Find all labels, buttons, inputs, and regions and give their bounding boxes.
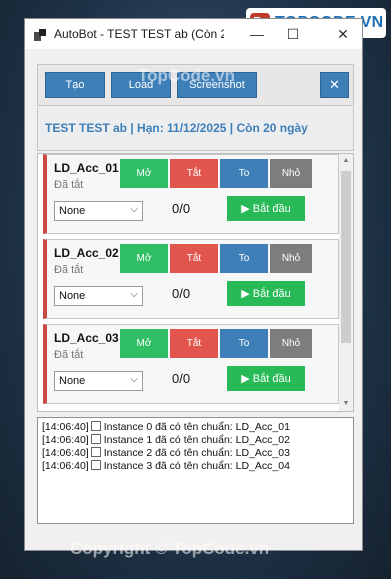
scroll-up-icon[interactable]: ▲ <box>339 154 353 168</box>
progress-count: 0/0 <box>172 371 191 386</box>
account-card: LD_Acc_02 Đã tắt Mở Tắt To Nhỏ None ⌵ 0/… <box>43 239 339 319</box>
large-size-button[interactable]: To <box>220 329 268 358</box>
open-button[interactable]: Mở <box>120 244 168 273</box>
chevron-down-icon: ⌵ <box>130 204 138 215</box>
log-message: Instance 2 đã có tên chuẩn: LD_Acc_03 <box>103 447 290 459</box>
window-close-button[interactable]: ✕ <box>328 19 358 49</box>
mode-select[interactable]: None ⌵ <box>54 286 143 306</box>
account-status: Đã tắt <box>54 264 84 276</box>
log-line: [14:06:40] Instance 0 đã có tên chuẩn: LD… <box>42 421 290 433</box>
account-name: LD_Acc_03 <box>54 331 119 345</box>
chevron-down-icon: ⌵ <box>130 289 138 300</box>
log-line: [14:06:40] Instance 2 đã có tên chuẩn: LD… <box>42 447 290 459</box>
start-button[interactable]: ▶ Bắt đầu <box>227 196 305 221</box>
small-size-button[interactable]: Nhỏ <box>270 329 312 358</box>
mode-select[interactable]: None ⌵ <box>54 201 143 221</box>
account-name: LD_Acc_01 <box>54 161 119 175</box>
small-size-button[interactable]: Nhỏ <box>270 244 312 273</box>
account-status: Đã tắt <box>54 179 84 191</box>
start-button[interactable]: ▶ Bắt đầu <box>227 281 305 306</box>
turn-off-button[interactable]: Tắt <box>170 244 218 273</box>
log-panel: [14:06:40] Instance 0 đã có tên chuẩn: LD… <box>37 417 354 524</box>
chevron-down-icon: ⌵ <box>130 374 138 385</box>
license-info-text: TEST TEST ab | Hạn: 11/12/2025 | Còn 20 … <box>45 121 308 135</box>
mode-select[interactable]: None ⌵ <box>54 371 143 391</box>
log-message: Instance 0 đã có tên chuẩn: LD_Acc_01 <box>103 421 290 433</box>
turn-off-button[interactable]: Tắt <box>170 329 218 358</box>
log-info-icon <box>90 447 101 457</box>
log-time: [14:06:40] <box>42 434 89 446</box>
title-bar: AutoBot - TEST TEST ab (Còn 2... — ☐ ✕ <box>25 19 362 49</box>
license-info-bar: TEST TEST ab | Hạn: 11/12/2025 | Còn 20 … <box>37 107 354 151</box>
vertical-scrollbar[interactable]: ▲ ▼ <box>339 154 353 411</box>
scrollbar-thumb[interactable] <box>341 171 351 343</box>
log-time: [14:06:40] <box>42 447 89 459</box>
app-window: AutoBot - TEST TEST ab (Còn 2... — ☐ ✕ T… <box>24 18 363 551</box>
account-card: LD_Acc_03 Đã tắt Mở Tắt To Nhỏ None ⌵ 0/… <box>43 324 339 404</box>
account-list: LD_Acc_01 Đã tắt Mở Tắt To Nhỏ None ⌵ 0/… <box>37 153 354 412</box>
mode-select-value: None <box>59 290 86 302</box>
account-status: Đã tắt <box>54 349 84 361</box>
log-info-icon <box>90 460 101 470</box>
create-button[interactable]: Tạo <box>45 72 105 98</box>
start-button[interactable]: ▶ Bắt đầu <box>227 366 305 391</box>
watermark-bottom: Copyright © TopCode.vn <box>70 539 270 558</box>
account-card: LD_Acc_01 Đã tắt Mở Tắt To Nhỏ None ⌵ 0/… <box>43 154 339 234</box>
open-button[interactable]: Mở <box>120 159 168 188</box>
window-title: AutoBot - TEST TEST ab (Còn 2... <box>54 27 224 41</box>
log-line: [14:06:40] Instance 3 đã có tên chuẩn: LD… <box>42 460 290 472</box>
log-message: Instance 3 đã có tên chuẩn: LD_Acc_04 <box>103 460 290 472</box>
toolbar-close-button[interactable]: ✕ <box>320 72 349 98</box>
app-icon <box>34 28 46 41</box>
turn-off-button[interactable]: Tắt <box>170 159 218 188</box>
account-name: LD_Acc_02 <box>54 246 119 260</box>
small-size-button[interactable]: Nhỏ <box>270 159 312 188</box>
large-size-button[interactable]: To <box>220 244 268 273</box>
log-time: [14:06:40] <box>42 460 89 472</box>
maximize-button[interactable]: ☐ <box>278 19 308 49</box>
minimize-button[interactable]: — <box>242 19 272 49</box>
watermark-top: TopCode.vn <box>138 66 235 85</box>
log-info-icon <box>90 434 101 444</box>
scroll-down-icon[interactable]: ▼ <box>339 397 353 411</box>
open-button[interactable]: Mở <box>120 329 168 358</box>
large-size-button[interactable]: To <box>220 159 268 188</box>
mode-select-value: None <box>59 375 86 387</box>
log-info-icon <box>90 421 101 431</box>
mode-select-value: None <box>59 205 86 217</box>
log-line: [14:06:40] Instance 1 đã có tên chuẩn: LD… <box>42 434 290 446</box>
log-time: [14:06:40] <box>42 421 89 433</box>
progress-count: 0/0 <box>172 286 191 301</box>
log-message: Instance 1 đã có tên chuẩn: LD_Acc_02 <box>103 434 290 446</box>
progress-count: 0/0 <box>172 201 191 216</box>
